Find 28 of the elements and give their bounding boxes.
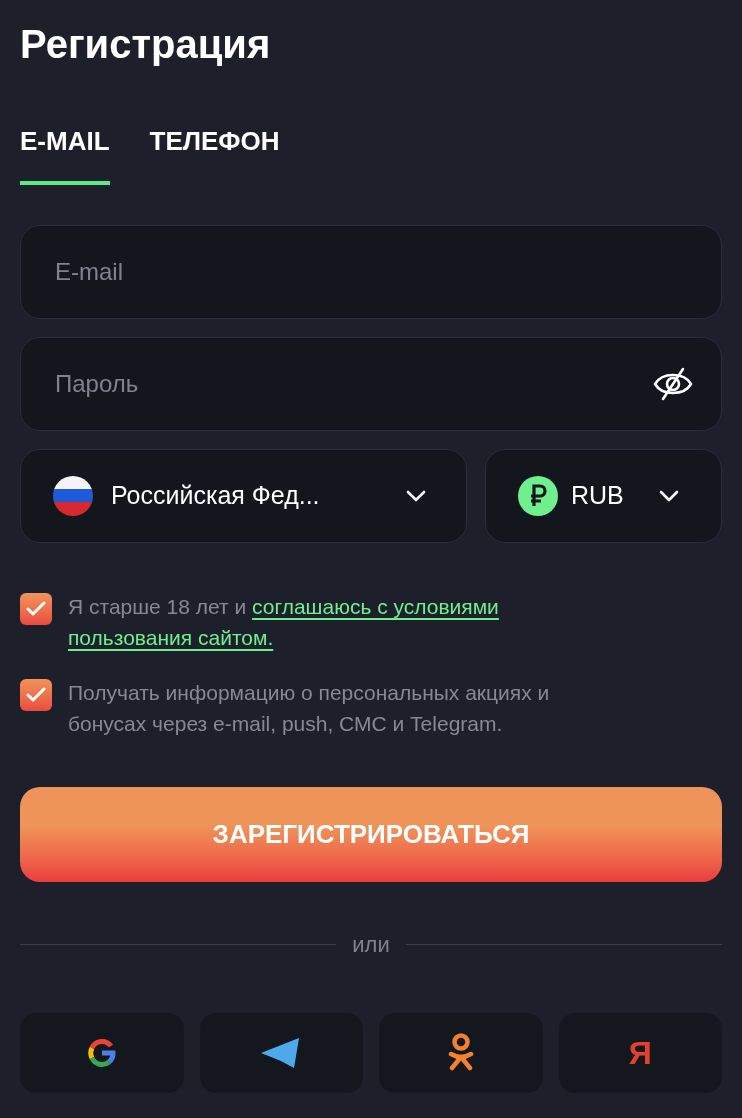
telegram-icon — [261, 1037, 302, 1069]
currency-select[interactable]: RUB — [485, 449, 722, 543]
check-icon — [26, 601, 46, 617]
yandex-login-button[interactable]: Я — [558, 1013, 722, 1093]
hide-password-icon[interactable] — [652, 366, 694, 402]
chevron-down-icon — [406, 490, 426, 502]
tab[interactable]: E-MAIL — [20, 122, 110, 185]
terms-link[interactable]: соглашаюсь с условиями — [252, 595, 499, 618]
consent-text: Получать информацию о персональных акциях и бонусах через e-mail, push, СМС и Telegram. — [68, 680, 551, 737]
checkbox[interactable] — [20, 679, 52, 711]
google-login-button[interactable] — [20, 1013, 184, 1093]
google-icon — [86, 1038, 117, 1068]
check-icon — [26, 687, 46, 703]
terms-link[interactable]: пользования сайтом. — [68, 626, 274, 649]
ok-icon — [447, 1033, 474, 1073]
page-title: Регистрация — [20, 21, 272, 68]
divider-label: или — [352, 931, 390, 959]
flag-icon — [53, 476, 93, 516]
chevron-down-icon — [659, 490, 679, 502]
ok-login-button[interactable] — [379, 1013, 543, 1093]
telegram-login-button[interactable] — [199, 1013, 363, 1093]
email-field[interactable]: E-mail — [20, 225, 722, 319]
consent-text: Я старше 18 лет и соглашаюсь с условиями пользования сайтом. — [68, 594, 500, 651]
tab[interactable]: ТЕЛЕФОН — [149, 122, 280, 185]
ruble-icon — [518, 476, 558, 516]
country-select[interactable]: Российская Фед... — [20, 449, 467, 543]
password-field[interactable]: Пароль — [20, 337, 722, 431]
checkbox[interactable] — [20, 593, 52, 625]
